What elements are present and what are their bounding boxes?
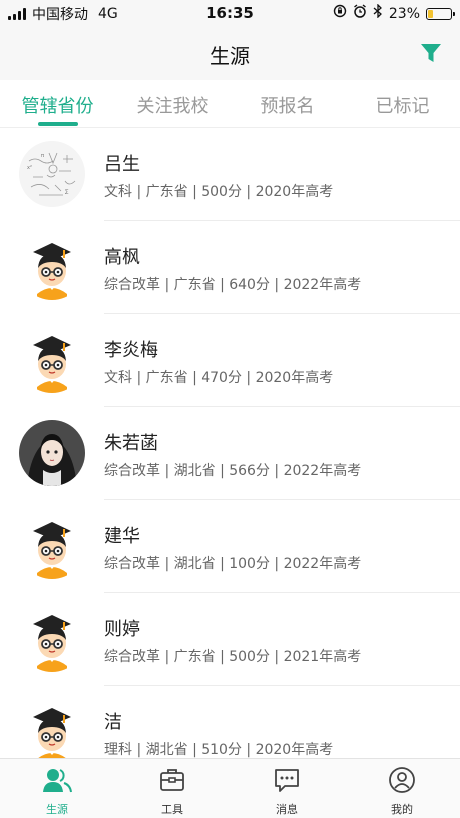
- status-icons: 23%: [333, 3, 455, 23]
- tabbar-label: 消息: [276, 803, 298, 816]
- tabbar-item-students[interactable]: 生源: [22, 765, 92, 817]
- avatar-graduate: [19, 234, 85, 300]
- student-name: 建华: [104, 526, 140, 547]
- svg-text:x²: x²: [27, 165, 32, 171]
- student-list: x² ∑ π 吕生 文科 | 广东省 | 500分 | 2020年高考 高枫 综…: [0, 128, 460, 758]
- student-meta: 文科 | 广东省 | 500分 | 2020年高考: [104, 184, 334, 200]
- list-item[interactable]: 洁 理科 | 湖北省 | 510分 | 2020年高考: [0, 686, 460, 758]
- filter-icon[interactable]: [420, 42, 442, 64]
- student-name: 朱若菡: [104, 433, 158, 454]
- rotation-lock-icon: [333, 4, 347, 23]
- bluetooth-icon: [373, 3, 383, 23]
- tab-marked[interactable]: 已标记: [345, 92, 460, 118]
- list-item[interactable]: 高枫 综合改革 | 广东省 | 640分 | 2022年高考: [0, 221, 460, 314]
- student-meta: 综合改革 | 湖北省 | 566分 | 2022年高考: [104, 463, 362, 479]
- tabbar-item-tools[interactable]: 工具: [137, 765, 207, 817]
- list-item[interactable]: 建华 综合改革 | 湖北省 | 100分 | 2022年高考: [0, 500, 460, 593]
- page-title: 生源: [210, 44, 250, 68]
- student-meta: 综合改革 | 广东省 | 640分 | 2022年高考: [104, 277, 362, 293]
- list-item[interactable]: 则婷 综合改革 | 广东省 | 500分 | 2021年高考: [0, 593, 460, 686]
- nav-bar: 生源: [0, 26, 460, 80]
- tabbar-item-profile[interactable]: 我的: [367, 765, 437, 817]
- avatar-graduate: [19, 327, 85, 393]
- message-icon: [272, 765, 302, 795]
- tabbar-item-messages[interactable]: 消息: [252, 765, 322, 817]
- battery-icon: [426, 7, 455, 20]
- avatar-graduate: [19, 699, 85, 758]
- list-item[interactable]: 李炎梅 文科 | 广东省 | 470分 | 2020年高考: [0, 314, 460, 407]
- students-icon: [42, 765, 72, 795]
- battery-percent: 23%: [388, 5, 420, 22]
- status-bar: 中国移动 4G 16:35 23%: [0, 0, 460, 26]
- tab-pre-registration[interactable]: 预报名: [230, 92, 345, 118]
- tabbar-label: 我的: [391, 803, 413, 816]
- student-name: 高枫: [104, 247, 140, 268]
- tab-follow-our-school[interactable]: 关注我校: [115, 92, 230, 118]
- student-meta: 文科 | 广东省 | 470分 | 2020年高考: [104, 370, 334, 386]
- tabbar-label: 工具: [161, 803, 183, 816]
- avatar-graduate: [19, 606, 85, 672]
- toolbox-icon: [157, 765, 187, 795]
- tab-jurisdiction-provinces[interactable]: 管辖省份: [0, 92, 115, 118]
- avatar-graduate: [19, 513, 85, 579]
- student-meta: 理科 | 湖北省 | 510分 | 2020年高考: [104, 742, 334, 758]
- student-name: 则婷: [104, 619, 140, 640]
- student-meta: 综合改革 | 广东省 | 500分 | 2021年高考: [104, 649, 362, 665]
- active-tab-indicator: [38, 122, 78, 126]
- avatar-sketch: x² ∑ π: [19, 141, 85, 207]
- svg-text:π: π: [41, 153, 44, 159]
- alarm-icon: [353, 4, 367, 23]
- list-item[interactable]: x² ∑ π 吕生 文科 | 广东省 | 500分 | 2020年高考: [0, 128, 460, 221]
- student-name: 李炎梅: [104, 340, 158, 361]
- segment-tabs: 管辖省份 关注我校 预报名 已标记: [0, 80, 460, 128]
- student-name: 吕生: [104, 154, 140, 175]
- student-meta: 综合改革 | 湖北省 | 100分 | 2022年高考: [104, 556, 362, 572]
- avatar-girl: [19, 420, 85, 486]
- profile-icon: [387, 765, 417, 795]
- list-item[interactable]: 朱若菡 综合改革 | 湖北省 | 566分 | 2022年高考: [0, 407, 460, 500]
- bottom-tab-bar: 生源 工具 消息 我的: [0, 758, 460, 818]
- student-name: 洁: [104, 712, 122, 733]
- tabbar-label: 生源: [46, 803, 68, 816]
